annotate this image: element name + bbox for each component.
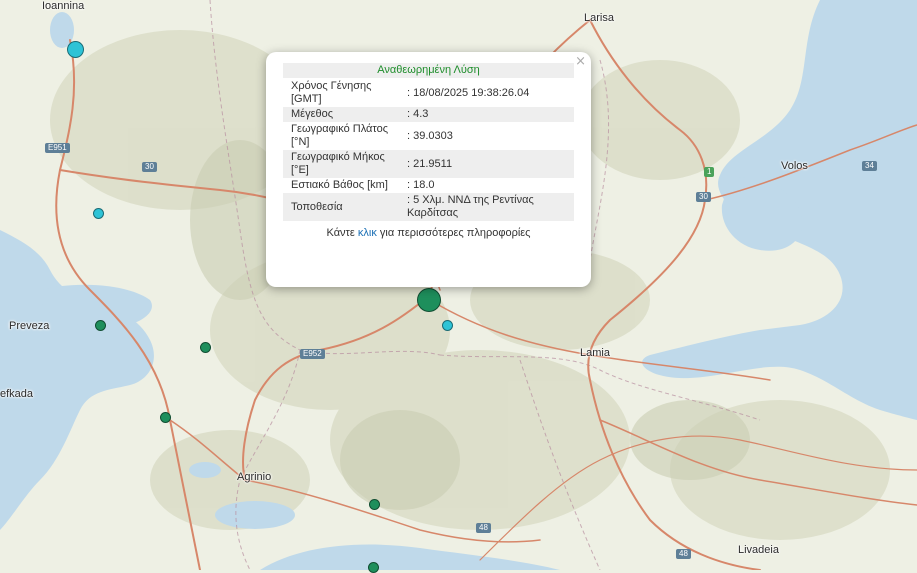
lake-trichonida	[215, 501, 295, 529]
earthquake-details-table: Χρόνος Γένησης [GMT] : 18/08/2025 19:38:…	[283, 79, 574, 221]
longitude-label: Γεωγραφικό Μήκος [°E]	[283, 150, 405, 178]
origin-time-value: : 18/08/2025 19:38:26.04	[407, 86, 530, 99]
city-label-agrinio: Agrinio	[237, 471, 272, 483]
table-row: Γεωγραφικό Μήκος [°E] : 21.9511	[283, 150, 574, 178]
depth-value: : 18.0	[407, 179, 435, 191]
earthquake-marker-main[interactable]	[417, 288, 441, 312]
earthquake-marker[interactable]	[67, 41, 84, 58]
more-info-link[interactable]: κλικ	[358, 227, 377, 239]
road-shield-1: 1	[704, 167, 715, 177]
earthquake-marker[interactable]	[95, 320, 106, 331]
city-label-larisa: Larisa	[584, 12, 614, 24]
latitude-label: Γεωγραφικό Πλάτος [°N]	[291, 123, 389, 148]
city-label-lefkada: efkada	[0, 388, 34, 400]
city-label-lamia: Lamia	[580, 347, 610, 359]
earthquake-marker[interactable]	[369, 499, 380, 510]
magnitude-label: Μέγεθος	[283, 107, 405, 122]
earthquake-marker[interactable]	[160, 412, 171, 423]
location-value: : 5 Χλμ. ΝΝΔ της Ρεντίνας Καρδίτσας	[405, 193, 574, 221]
table-row: Γεωγραφικό Πλάτος [°N] : 39.0303	[283, 122, 574, 150]
location-label: Τοποθεσία	[283, 193, 405, 221]
road-shield-34: 34	[862, 161, 877, 171]
road-shield-e951: E951	[45, 143, 70, 153]
earthquake-marker[interactable]	[93, 208, 104, 219]
more-info-line: Κάντε κλικ για περισσότερες πληροφορίες	[283, 227, 574, 239]
close-icon[interactable]: ×	[575, 55, 586, 69]
depth-label: Εστιακό Βάθος [km]	[291, 179, 388, 191]
popup-title: Αναθεωρημένη Λύση	[283, 63, 574, 78]
road-shield-48-east: 48	[676, 549, 691, 559]
road-shield-48: 48	[476, 523, 491, 533]
city-label-ioannina: Ioannina	[42, 0, 85, 12]
more-info-suffix: για περισσότερες πληροφορίες	[376, 227, 531, 239]
earthquake-marker[interactable]	[442, 320, 453, 331]
latitude-value: : 39.0303	[407, 129, 453, 142]
earthquake-marker[interactable]	[200, 342, 211, 353]
table-row: Μέγεθος : 4.3	[283, 107, 574, 122]
earthquake-info-popup: × Αναθεωρημένη Λύση Χρόνος Γένησης [GMT]…	[266, 52, 591, 287]
table-row: Χρόνος Γένησης [GMT] : 18/08/2025 19:38:…	[283, 79, 574, 107]
longitude-value: : 21.9511	[405, 150, 574, 178]
city-label-preveza: Preveza	[9, 320, 50, 332]
road-shield-30: 30	[142, 162, 157, 172]
more-info-prefix: Κάντε	[326, 227, 358, 239]
city-label-volos: Volos	[781, 160, 808, 172]
origin-time-label: Χρόνος Γένησης [GMT]	[291, 80, 372, 105]
road-shield-e952: E952	[300, 349, 325, 359]
table-row: Εστιακό Βάθος [km] : 18.0	[283, 178, 574, 193]
lake-amvrakia	[189, 462, 221, 478]
road-shield-30-east: 30	[696, 192, 711, 202]
table-row: Τοποθεσία : 5 Χλμ. ΝΝΔ της Ρεντίνας Καρδ…	[283, 193, 574, 221]
magnitude-value: : 4.3	[405, 107, 574, 122]
city-label-livadeia: Livadeia	[738, 544, 779, 556]
earthquake-marker[interactable]	[368, 562, 379, 573]
